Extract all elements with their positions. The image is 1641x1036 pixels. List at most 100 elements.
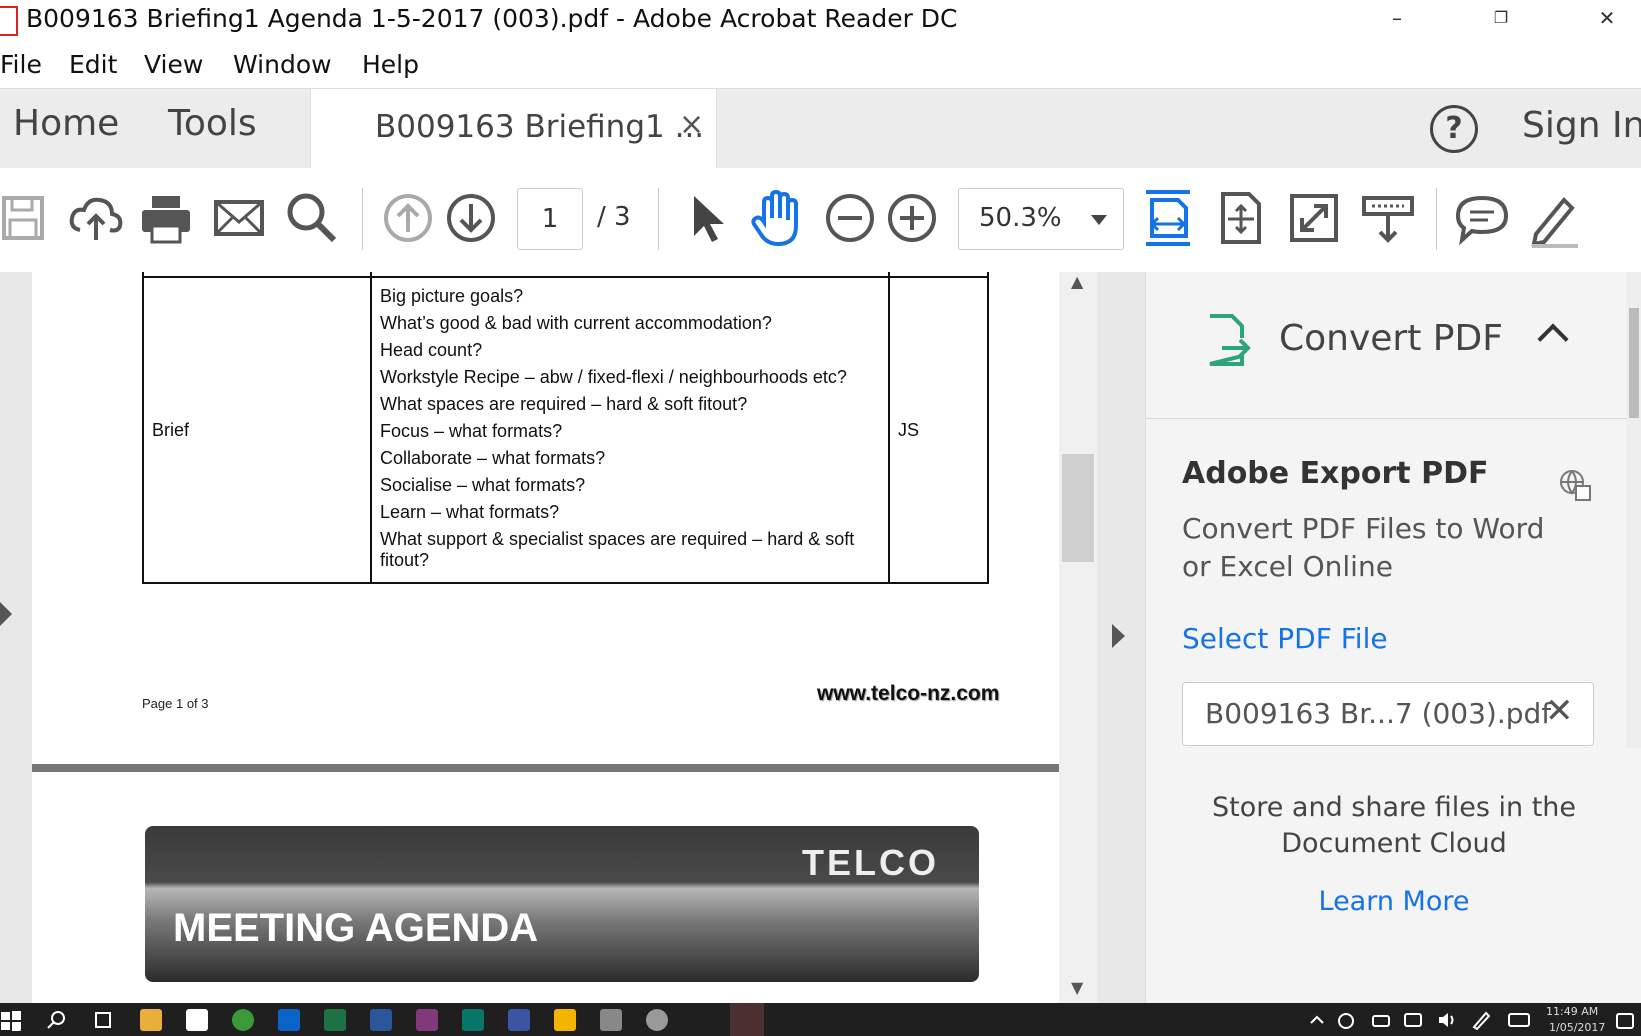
onenote-icon[interactable] [416,1009,438,1031]
help-icon[interactable]: ? [1430,105,1478,153]
read-mode-icon[interactable] [1358,188,1418,248]
fill-sign-icon[interactable] [1524,188,1584,248]
email-icon[interactable] [210,188,270,248]
zoom-dropdown[interactable]: 50.3% [958,188,1124,250]
panel-scrollbar[interactable] [1626,272,1641,748]
menu-bar: File Edit View Window Help [0,42,1641,88]
page-footer-number: Page 1 of 3 [142,696,209,711]
scroll-up-icon[interactable]: ▲ [1071,272,1083,291]
select-cursor-icon[interactable] [680,188,740,248]
zoom-out-icon[interactable] [820,188,880,248]
table-cell-question: Focus – what formats? [380,421,563,441]
windows-start-icon[interactable] [0,1009,22,1031]
clock-time[interactable]: 11:49 AM [1546,1005,1598,1018]
pdf-page-2: TELCO MEETING AGENDA [32,772,1059,1003]
select-pdf-file-link[interactable]: Select PDF File [1182,622,1388,655]
convert-pdf-header[interactable]: Convert PDF [1146,272,1626,419]
document-scrollbar[interactable]: ▲ ▼ [1059,272,1097,1003]
file-explorer-icon[interactable] [140,1009,162,1031]
minimize-button[interactable]: – [1372,0,1422,36]
hand-tool-icon[interactable] [748,188,808,248]
chevron-up-icon[interactable] [1306,1009,1328,1031]
page-divider [32,764,1059,772]
toolbar-separator [658,188,659,250]
outlook-icon[interactable] [278,1009,300,1031]
selected-file-field[interactable]: B009163 Br...7 (003).pdf ✕ [1182,682,1594,746]
table-cell-owner: JS [898,420,920,440]
taskbar-search-icon[interactable] [46,1009,68,1031]
selected-file-name: B009163 Br...7 (003).pdf [1205,697,1552,730]
save-icon[interactable] [0,188,56,248]
document-tab-label: B009163 Briefing1 ... [375,109,705,145]
document-viewer[interactable]: Brief JS Big picture goals? What’s good … [0,272,1145,1003]
comment-icon[interactable] [1452,188,1512,248]
menu-view[interactable]: View [144,50,203,79]
notifications-icon[interactable] [1616,1013,1634,1029]
table-cell-question: Learn – what formats? [380,502,560,522]
zoom-value: 50.3% [979,203,1062,233]
tab-document[interactable]: B009163 Briefing1 ... × [310,89,717,169]
previous-page-icon[interactable] [378,188,438,248]
print-icon[interactable] [136,188,196,248]
fit-page-icon[interactable] [1138,188,1198,248]
scrollbar-thumb[interactable] [1062,454,1094,562]
sign-in-button[interactable]: Sign In [1522,105,1641,146]
chrome-icon[interactable] [232,1009,254,1031]
calculator-icon[interactable] [600,1009,622,1031]
snipping-tool-icon[interactable] [646,1009,668,1031]
menu-window[interactable]: Window [233,50,332,79]
next-page-icon[interactable] [441,188,501,248]
panel-scrollbar-thumb[interactable] [1629,308,1639,418]
task-view-icon[interactable] [92,1009,114,1031]
store-icon[interactable] [186,1009,208,1031]
page-number-input[interactable]: 1 [517,188,583,250]
acrobat-taskbar-icon[interactable] [730,1003,764,1036]
chevron-down-icon [1091,215,1107,225]
keyboard-icon[interactable] [1508,1013,1530,1027]
learn-more-link[interactable]: Learn More [1146,886,1641,917]
clock-date[interactable]: 1/05/2017 [1549,1021,1605,1034]
right-panel-toggle-icon[interactable] [1112,624,1125,648]
left-panel-toggle-icon[interactable] [0,602,12,626]
project-icon[interactable] [462,1009,484,1031]
document-cloud-text-line-1: Store and share files in the [1211,792,1577,823]
toolbar: 1 / 3 50.3% [0,168,1641,273]
table-cell-question: What’s good & bad with current accommoda… [380,313,772,333]
page-footer-website: www.telco-nz.com [817,682,1000,705]
acrobat-app-icon [0,6,18,36]
menu-edit[interactable]: Edit [69,50,117,79]
rotate-view-icon[interactable] [1211,188,1271,248]
search-icon[interactable] [282,188,342,248]
volume-icon[interactable] [1436,1009,1458,1031]
battery-icon[interactable] [1372,1015,1390,1027]
export-description-line-1: Convert PDF Files to Word [1182,512,1545,545]
visio-icon[interactable] [508,1009,530,1031]
pen-icon[interactable] [1470,1009,1492,1031]
google-drive-icon[interactable] [554,1009,576,1031]
network-icon[interactable] [1404,1013,1422,1027]
meeting-agenda-banner: TELCO MEETING AGENDA [145,826,979,982]
record-icon[interactable] [1338,1013,1354,1029]
close-window-button[interactable]: ✕ [1582,0,1632,36]
excel-icon[interactable] [324,1009,346,1031]
restore-button[interactable]: ❐ [1476,0,1526,36]
convert-pdf-title: Convert PDF [1279,318,1503,359]
table-cell-question: Socialise – what formats? [380,475,586,495]
export-description-line-2: or Excel Online [1182,550,1393,583]
windows-taskbar: 11:49 AM 1/05/2017 [0,1003,1641,1036]
tab-tools[interactable]: Tools [168,103,257,144]
menu-help[interactable]: Help [362,50,419,79]
scroll-down-icon[interactable]: ▼ [1071,978,1083,997]
clear-file-icon[interactable]: ✕ [1545,691,1574,731]
menu-file[interactable]: File [0,50,42,79]
close-tab-icon[interactable]: × [679,107,704,142]
language-globe-icon[interactable] [1558,468,1592,502]
zoom-in-icon[interactable] [882,188,942,248]
word-icon[interactable] [370,1009,392,1031]
full-screen-icon[interactable] [1284,188,1344,248]
cloud-upload-icon[interactable] [66,188,126,248]
chevron-up-icon[interactable] [1537,323,1569,355]
tab-home[interactable]: Home [13,103,119,144]
table-cell-topic: Brief [152,420,190,440]
pdf-page-1: Brief JS Big picture goals? What’s good … [32,272,1059,764]
